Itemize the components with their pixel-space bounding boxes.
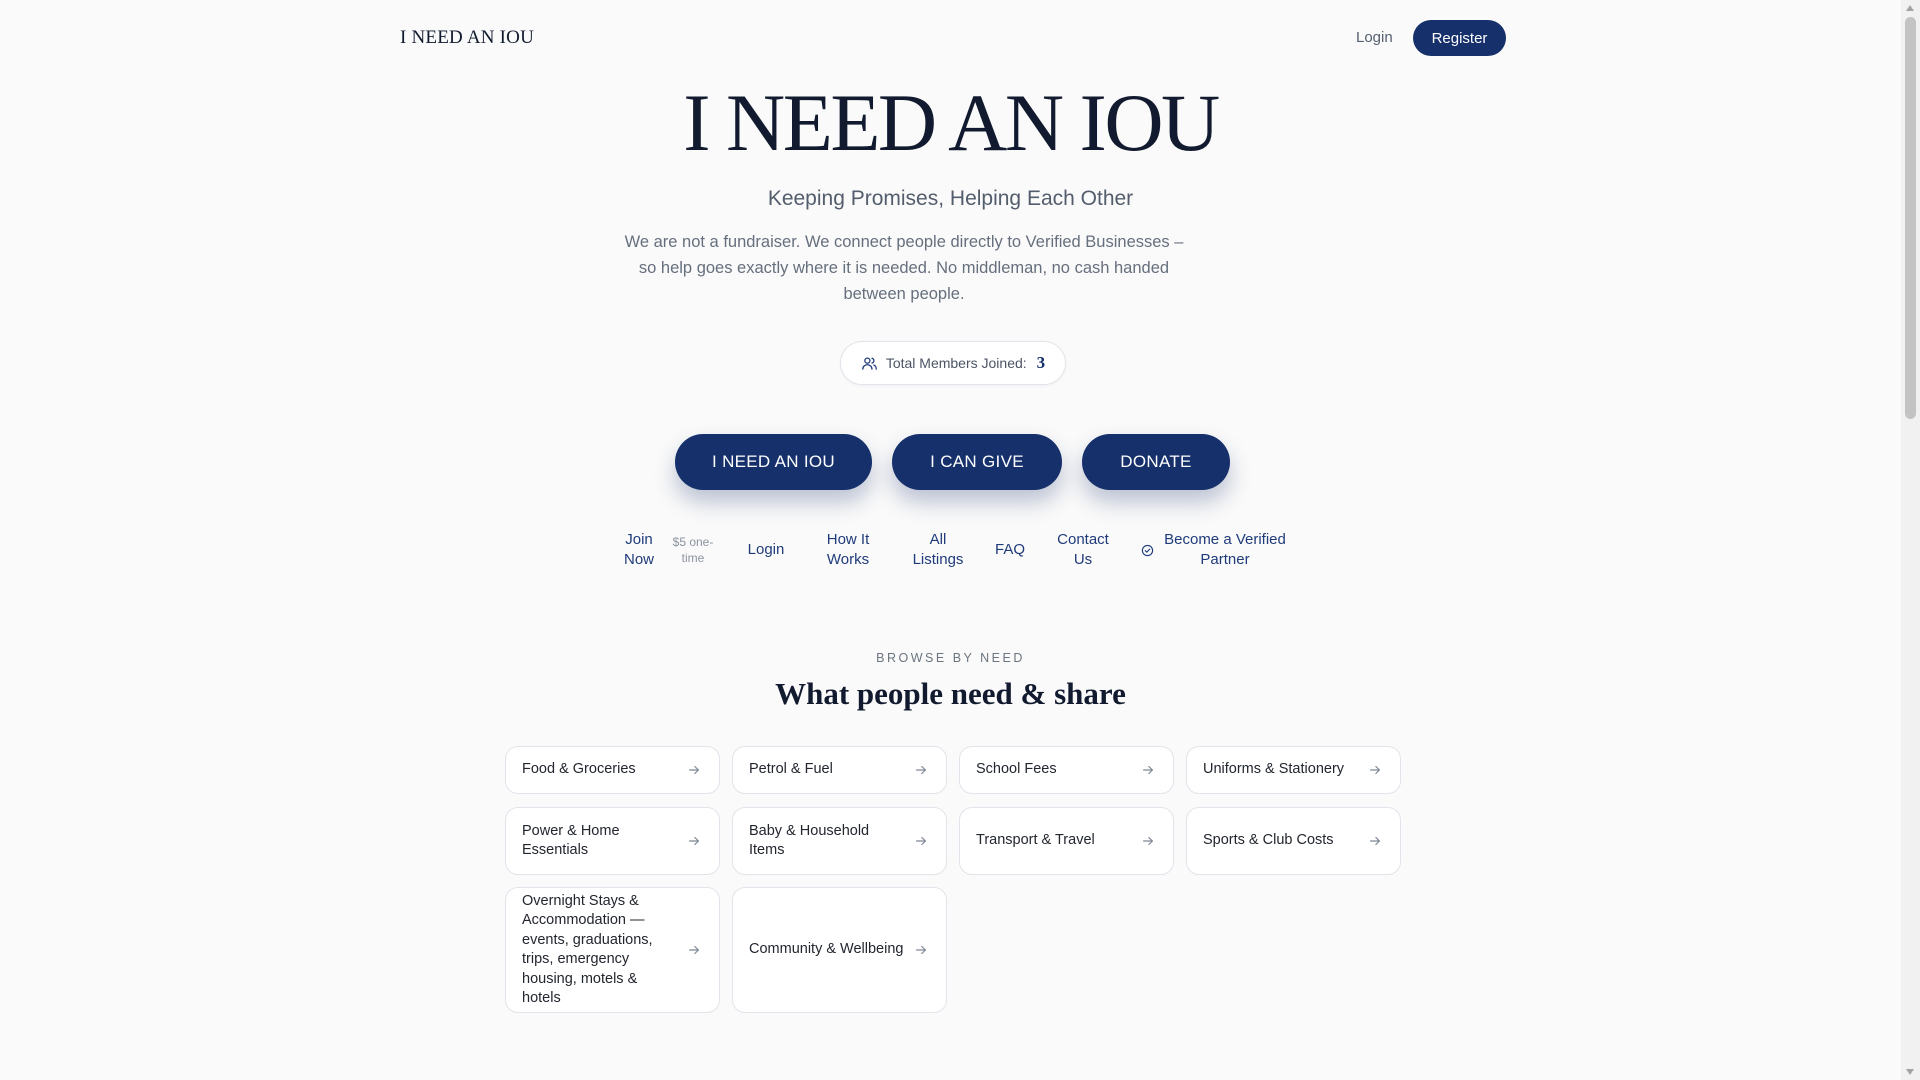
scroll-down-arrow-icon[interactable] <box>1906 1069 1914 1075</box>
category-card-sports-club-costs[interactable]: Sports & Club Costs <box>1186 807 1401 875</box>
header-login-link[interactable]: Login <box>1356 29 1393 46</box>
all-listings-link[interactable]: All Listings <box>906 530 970 570</box>
scrollbar-thumb[interactable] <box>1905 17 1916 419</box>
arrow-right-icon <box>687 834 701 848</box>
category-label: Food & Groceries <box>522 761 636 778</box>
top-navbar: I NEED AN IOU Login Register <box>0 0 1901 76</box>
category-label: Petrol & Fuel <box>749 761 833 778</box>
category-label: Community & Wellbeing <box>749 941 904 958</box>
join-price-note: $5 one-time <box>672 535 714 565</box>
contact-us-link[interactable]: Contact Us <box>1050 530 1116 570</box>
hero-title: I NEED AN IOU <box>683 77 1220 168</box>
category-label: School Fees <box>976 761 1057 778</box>
arrow-right-icon <box>1141 763 1155 777</box>
arrow-right-icon <box>687 763 701 777</box>
faq-link[interactable]: FAQ <box>990 540 1030 560</box>
members-count-value: 3 <box>1036 353 1046 372</box>
i-need-an-iou-button[interactable]: I NEED AN IOU <box>675 434 872 490</box>
vertical-scrollbar[interactable] <box>1901 0 1920 1080</box>
how-it-works-link[interactable]: How It Works <box>820 530 876 570</box>
category-label: Uniforms & Stationery <box>1203 761 1345 778</box>
members-count-badge: Total Members Joined: 3 <box>840 341 1066 385</box>
category-card-community-wellbeing[interactable]: Community & Wellbeing <box>732 887 947 1013</box>
category-card-overnight-stays[interactable]: Overnight Stays & Accommodation — events… <box>505 887 720 1013</box>
category-label: Transport & Travel <box>976 832 1095 849</box>
arrow-right-icon <box>1368 763 1382 777</box>
arrow-right-icon <box>914 834 928 848</box>
category-label: Sports & Club Costs <box>1203 832 1334 849</box>
users-icon <box>861 355 878 372</box>
scroll-up-arrow-icon[interactable] <box>1906 5 1914 11</box>
category-card-petrol-fuel[interactable]: Petrol & Fuel <box>732 746 947 794</box>
category-card-power-home-essentials[interactable]: Power & Home Essentials <box>505 807 720 875</box>
category-card-uniforms-stationery[interactable]: Uniforms & Stationery <box>1186 746 1401 794</box>
hero-tagline: Keeping Promises, Helping Each Other <box>767 187 1134 210</box>
arrow-right-icon <box>1368 834 1382 848</box>
brand-logo-text[interactable]: I NEED AN IOU <box>400 27 534 49</box>
become-verified-partner-link[interactable]: Become a Verified Partner <box>1160 530 1290 570</box>
arrow-right-icon <box>914 943 928 957</box>
arrow-right-icon <box>914 763 928 777</box>
verified-check-icon <box>1141 544 1154 557</box>
members-label: Total Members Joined: <box>885 355 1027 371</box>
category-card-school-fees[interactable]: School Fees <box>959 746 1174 794</box>
browse-section-title: What people need & share <box>775 676 1126 711</box>
quick-login-link[interactable]: Login <box>742 540 790 560</box>
category-label: Baby & Household Items <box>749 822 870 859</box>
register-button[interactable]: Register <box>1413 20 1506 56</box>
i-can-give-button[interactable]: I CAN GIVE <box>892 434 1062 490</box>
arrow-right-icon <box>1141 834 1155 848</box>
hero-intro-text: We are not a fundraiser. We connect peop… <box>624 233 1184 303</box>
arrow-right-icon <box>687 943 701 957</box>
category-label: Power & Home Essentials <box>522 822 620 859</box>
category-card-baby-household-items[interactable]: Baby & Household Items <box>732 807 947 875</box>
donate-button[interactable]: DONATE <box>1082 434 1230 490</box>
category-card-transport-travel[interactable]: Transport & Travel <box>959 807 1174 875</box>
join-now-link[interactable]: Join Now <box>618 530 660 570</box>
browse-eyebrow: BROWSE BY NEED <box>876 651 1025 665</box>
category-label: Overnight Stays & Accommodation — events… <box>522 892 653 1007</box>
category-card-food-groceries[interactable]: Food & Groceries <box>505 746 720 794</box>
